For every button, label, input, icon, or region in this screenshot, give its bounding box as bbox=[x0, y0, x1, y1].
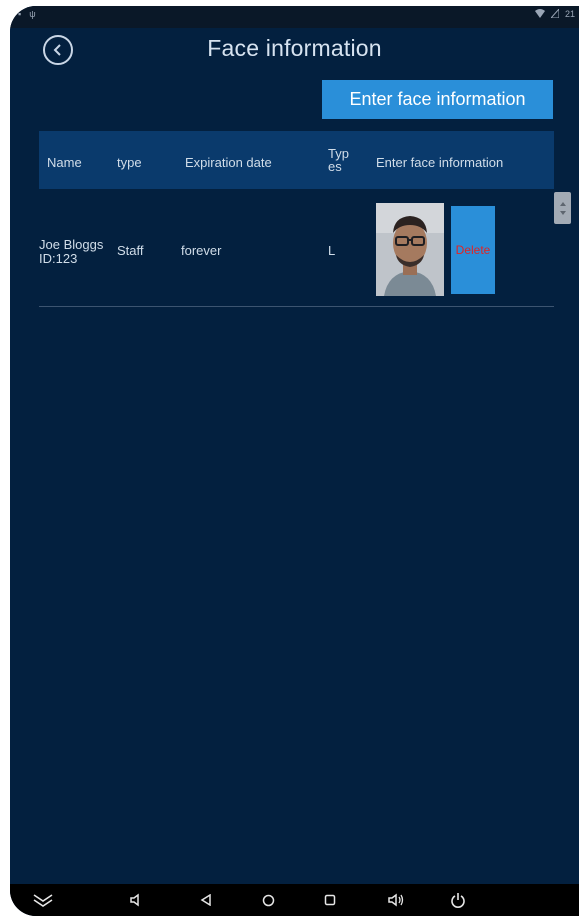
types-cell: L bbox=[328, 243, 336, 258]
user-id: ID:123 bbox=[39, 251, 78, 266]
user-name: Joe Bloggs bbox=[39, 237, 104, 252]
volume-down-icon[interactable] bbox=[124, 889, 148, 911]
table-row: Joe Bloggs ID:123 Staff forever L Delete bbox=[39, 189, 554, 307]
collapse-icon[interactable] bbox=[31, 889, 55, 911]
table-header: Name type Expiration date Types Enter fa… bbox=[39, 131, 554, 189]
status-bar: ▪ ψ 21 bbox=[10, 6, 579, 28]
usb-icon: ψ bbox=[29, 9, 36, 19]
page-title: Face information bbox=[207, 35, 382, 61]
column-enter-face-information: Enter face information bbox=[376, 155, 504, 170]
power-icon[interactable] bbox=[446, 889, 470, 911]
delete-button[interactable]: Delete bbox=[451, 206, 495, 294]
volume-up-icon[interactable] bbox=[384, 889, 408, 911]
up-arrow-icon bbox=[559, 201, 566, 206]
device-frame: ▪ ψ 21 Face information Enter face infor… bbox=[10, 6, 579, 916]
enter-face-information-button[interactable]: Enter face information bbox=[322, 80, 553, 119]
screen: ▪ ψ 21 Face information Enter face infor… bbox=[10, 6, 579, 916]
nav-back-icon[interactable] bbox=[194, 889, 218, 911]
recents-icon[interactable] bbox=[318, 889, 342, 911]
wifi-icon bbox=[534, 9, 545, 20]
column-type: type bbox=[117, 155, 142, 170]
clock-text: 21 bbox=[564, 9, 575, 19]
column-expiration-date: Expiration date bbox=[185, 155, 272, 170]
face-photo bbox=[376, 203, 444, 296]
home-icon[interactable] bbox=[256, 889, 280, 911]
navigation-bar bbox=[10, 884, 579, 916]
column-name: Name bbox=[47, 155, 82, 170]
notification-icon: ▪ bbox=[18, 9, 22, 19]
expiration-cell: forever bbox=[181, 243, 222, 258]
signal-icon bbox=[549, 7, 560, 20]
down-arrow-icon bbox=[559, 210, 566, 215]
name-cell: Joe Bloggs ID:123 bbox=[39, 238, 103, 266]
type-cell: Staff bbox=[117, 243, 144, 258]
column-types: Types bbox=[328, 146, 349, 174]
scroll-handle[interactable] bbox=[554, 192, 571, 224]
